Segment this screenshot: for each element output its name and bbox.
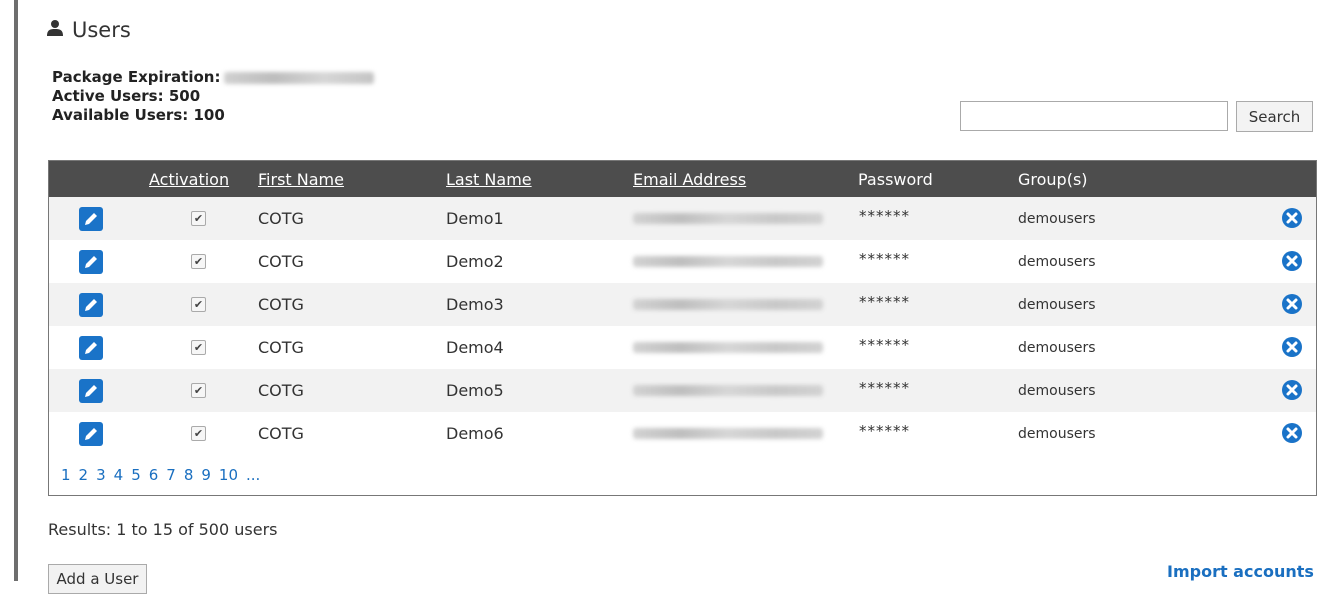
page-link-more[interactable]: ... xyxy=(246,466,260,484)
activation-checkbox[interactable]: ✔ xyxy=(191,426,206,441)
table-row: ✔ COTG Demo1 ****** demousers xyxy=(49,197,1316,240)
first-name-cell: COTG xyxy=(258,338,304,357)
activation-checkbox[interactable]: ✔ xyxy=(191,297,206,312)
password-cell: ****** xyxy=(859,422,910,440)
pencil-icon[interactable] xyxy=(79,422,103,446)
page-link-10[interactable]: 10 xyxy=(219,466,238,484)
package-expiration-value-redacted xyxy=(224,72,375,84)
table-row: ✔ COTG Demo5 ****** demousers xyxy=(49,369,1316,412)
results-summary: Results: 1 to 15 of 500 users xyxy=(48,520,278,539)
table-row: ✔ COTG Demo2 ****** demousers xyxy=(49,240,1316,283)
page-link-1[interactable]: 1 xyxy=(61,466,71,484)
activation-checkbox[interactable]: ✔ xyxy=(191,383,206,398)
table-row: ✔ COTG Demo6 ****** demousers xyxy=(49,412,1316,455)
search-input[interactable] xyxy=(960,101,1228,131)
pencil-icon[interactable] xyxy=(79,250,103,274)
pencil-icon[interactable] xyxy=(79,207,103,231)
page-link-9[interactable]: 9 xyxy=(201,466,211,484)
password-cell: ****** xyxy=(859,336,910,354)
email-cell-redacted xyxy=(633,428,823,439)
password-cell: ****** xyxy=(859,207,910,225)
active-users-label: Active Users: 500 xyxy=(52,87,201,105)
table-row: ✔ COTG Demo3 ****** demousers xyxy=(49,283,1316,326)
group-cell: demousers xyxy=(1018,426,1096,442)
email-cell-redacted xyxy=(633,385,823,396)
close-circle-icon[interactable] xyxy=(1281,379,1303,401)
email-cell-redacted xyxy=(633,213,823,224)
group-cell: demousers xyxy=(1018,254,1096,270)
close-circle-icon[interactable] xyxy=(1281,422,1303,444)
last-name-cell: Demo6 xyxy=(446,424,504,443)
email-cell-redacted xyxy=(633,256,823,267)
activation-checkbox[interactable]: ✔ xyxy=(191,211,206,226)
first-name-cell: COTG xyxy=(258,209,304,228)
first-name-cell: COTG xyxy=(258,424,304,443)
search-button[interactable]: Search xyxy=(1236,101,1313,132)
import-accounts-link[interactable]: Import accounts xyxy=(1167,562,1314,581)
activation-checkbox[interactable]: ✔ xyxy=(191,254,206,269)
close-circle-icon[interactable] xyxy=(1281,250,1303,272)
password-cell: ****** xyxy=(859,250,910,268)
password-cell: ****** xyxy=(859,379,910,397)
last-name-cell: Demo3 xyxy=(446,295,504,314)
last-name-cell: Demo4 xyxy=(446,338,504,357)
page-link-8[interactable]: 8 xyxy=(184,466,194,484)
add-user-button[interactable]: Add a User xyxy=(48,564,147,594)
page-link-2[interactable]: 2 xyxy=(79,466,89,484)
package-expiration-label: Package Expiration: xyxy=(52,68,221,86)
first-name-cell: COTG xyxy=(258,381,304,400)
left-border xyxy=(14,0,18,581)
password-cell: ****** xyxy=(859,293,910,311)
group-cell: demousers xyxy=(1018,340,1096,356)
group-cell: demousers xyxy=(1018,383,1096,399)
group-cell: demousers xyxy=(1018,211,1096,227)
column-groups: Group(s) xyxy=(1018,170,1088,189)
column-first-name[interactable]: First Name xyxy=(258,170,344,189)
pencil-icon[interactable] xyxy=(79,379,103,403)
pencil-icon[interactable] xyxy=(79,336,103,360)
activation-checkbox[interactable]: ✔ xyxy=(191,340,206,355)
close-circle-icon[interactable] xyxy=(1281,293,1303,315)
page-link-6[interactable]: 6 xyxy=(149,466,159,484)
email-cell-redacted xyxy=(633,299,823,310)
page-title-text: Users xyxy=(72,18,131,42)
user-icon xyxy=(46,18,64,42)
page-title: Users xyxy=(46,18,131,42)
pencil-icon[interactable] xyxy=(79,293,103,317)
account-info: Package Expiration: Active Users: 500 Av… xyxy=(52,68,375,125)
table-row: ✔ COTG Demo4 ****** demousers xyxy=(49,326,1316,369)
column-password: Password xyxy=(858,170,933,189)
users-table: Activation First Name Last Name Email Ad… xyxy=(48,160,1317,496)
page-link-4[interactable]: 4 xyxy=(114,466,124,484)
available-users-label: Available Users: 100 xyxy=(52,106,225,124)
page-link-7[interactable]: 7 xyxy=(166,466,176,484)
close-circle-icon[interactable] xyxy=(1281,336,1303,358)
table-header: Activation First Name Last Name Email Ad… xyxy=(49,161,1316,197)
first-name-cell: COTG xyxy=(258,295,304,314)
column-last-name[interactable]: Last Name xyxy=(446,170,532,189)
column-activation[interactable]: Activation xyxy=(149,170,229,189)
last-name-cell: Demo1 xyxy=(446,209,504,228)
page-link-5[interactable]: 5 xyxy=(131,466,141,484)
page-link-3[interactable]: 3 xyxy=(96,466,106,484)
group-cell: demousers xyxy=(1018,297,1096,313)
email-cell-redacted xyxy=(633,342,823,353)
pagination: 1 2 3 4 5 6 7 8 9 10 ... xyxy=(61,466,260,484)
first-name-cell: COTG xyxy=(258,252,304,271)
close-circle-icon[interactable] xyxy=(1281,207,1303,229)
column-email-address[interactable]: Email Address xyxy=(633,170,746,189)
last-name-cell: Demo2 xyxy=(446,252,504,271)
last-name-cell: Demo5 xyxy=(446,381,504,400)
